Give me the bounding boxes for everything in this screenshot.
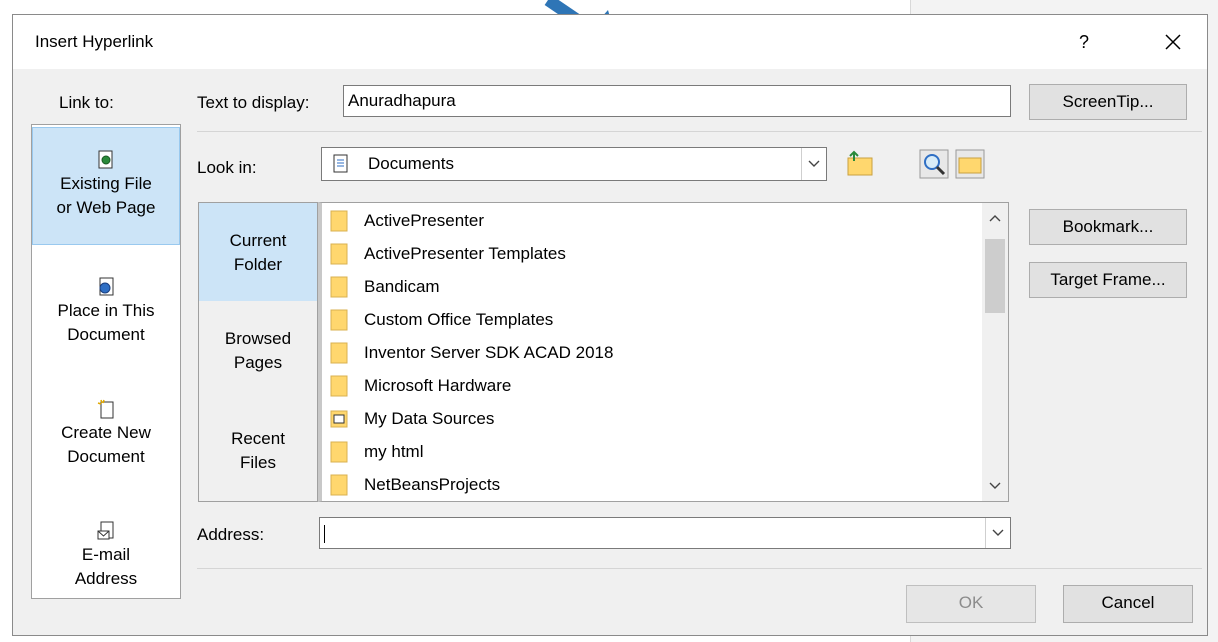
- existing-file-icon: [98, 150, 113, 169]
- list-item[interactable]: Microsoft Hardware: [330, 369, 511, 402]
- list-item[interactable]: NetBeansProjects: [330, 468, 500, 501]
- create-new-document-icon: [97, 399, 114, 419]
- address-label: Address:: [197, 525, 265, 544]
- link-to-existing-file-line1: Existing File: [60, 174, 152, 193]
- dialog-title: Insert Hyperlink: [35, 32, 154, 51]
- browse-file-button[interactable]: [953, 146, 987, 182]
- link-to-place-line1: Place in This: [57, 301, 155, 320]
- scroll-down-button[interactable]: [982, 473, 1008, 499]
- list-item[interactable]: My Data Sources: [330, 402, 494, 435]
- browse-web-button[interactable]: [917, 146, 951, 182]
- link-to-label: Link to:: [59, 93, 114, 112]
- bookmark-button[interactable]: Bookmark...: [1029, 209, 1187, 245]
- link-to-place-in-document[interactable]: Place in This Document: [32, 265, 180, 387]
- nav-browsed-pages-line1: Browsed: [224, 329, 292, 348]
- browse-web-icon: [919, 149, 949, 179]
- file-name: Inventor Server SDK ACAD 2018: [364, 342, 614, 362]
- chevron-down-icon: [808, 160, 820, 167]
- link-to-panel: Existing File or Web Page Place in This …: [31, 124, 181, 599]
- text-cursor: [324, 524, 325, 543]
- nav-browsed-pages[interactable]: Browsed Pages: [199, 301, 317, 399]
- nav-current-folder-line2: Folder: [233, 255, 283, 274]
- cancel-button[interactable]: Cancel: [1063, 585, 1193, 623]
- close-button[interactable]: [1153, 23, 1193, 61]
- link-to-place-line2: Document: [67, 325, 145, 344]
- nav-recent-files-line2: Files: [240, 453, 276, 472]
- open-folder-icon: [955, 149, 985, 179]
- nav-recent-files-line1: Recent: [231, 429, 285, 448]
- nav-browsed-pages-line2: Pages: [233, 353, 283, 372]
- list-item[interactable]: Bandicam: [330, 270, 440, 303]
- file-list-scrollbar[interactable]: [982, 203, 1008, 501]
- list-item[interactable]: Custom Office Templates: [330, 303, 553, 336]
- list-item[interactable]: ActivePresenter Templates: [330, 237, 566, 270]
- folder-icon: [330, 342, 348, 363]
- folder-icon: [330, 441, 348, 462]
- chevron-down-icon: [989, 482, 1001, 489]
- place-in-document-icon: [99, 277, 114, 296]
- ok-button[interactable]: OK: [906, 585, 1036, 623]
- look-in-dropdown[interactable]: Documents: [321, 147, 827, 181]
- folder-icon: [330, 474, 348, 495]
- link-to-create-new-document[interactable]: Create New Document: [32, 387, 180, 509]
- folder-icon: [330, 210, 348, 231]
- separator-top: [197, 131, 1202, 132]
- link-to-create-line1: Create New: [61, 423, 151, 442]
- chevron-down-icon: [992, 529, 1004, 536]
- screentip-button[interactable]: ScreenTip...: [1029, 84, 1187, 120]
- insert-hyperlink-dialog: Insert Hyperlink ? Link to: Existing Fil…: [12, 14, 1208, 636]
- separator-bottom: [197, 568, 1202, 569]
- title-bar: Insert Hyperlink ?: [13, 15, 1207, 69]
- list-item[interactable]: ActivePresenter: [330, 204, 484, 237]
- address-input[interactable]: [319, 517, 1011, 549]
- file-name: NetBeansProjects: [364, 474, 501, 494]
- folder-icon: [330, 375, 348, 396]
- help-button[interactable]: ?: [1069, 23, 1099, 61]
- file-name: ActivePresenter Templates: [364, 243, 566, 263]
- look-in-value: Documents: [368, 154, 454, 173]
- look-in-label: Look in:: [197, 158, 257, 177]
- nav-current-folder[interactable]: Current Folder: [199, 203, 317, 301]
- file-name: my html: [364, 441, 424, 461]
- look-in-dropdown-arrow[interactable]: [801, 148, 826, 180]
- target-frame-button[interactable]: Target Frame...: [1029, 262, 1187, 298]
- file-name: Custom Office Templates: [364, 309, 554, 329]
- link-to-email-line2: Address: [74, 569, 138, 588]
- link-to-email-address[interactable]: E-mail Address: [32, 509, 180, 611]
- folder-icon: [330, 243, 348, 264]
- address-dropdown-arrow[interactable]: [985, 518, 1010, 548]
- link-to-create-line2: Document: [67, 447, 145, 466]
- file-name: My Data Sources: [364, 408, 495, 428]
- file-name: Microsoft Hardware: [364, 375, 512, 395]
- email-address-icon: [97, 521, 114, 540]
- link-to-existing-file-line2: or Web Page: [56, 198, 156, 217]
- file-name: Bandicam: [364, 276, 440, 296]
- file-name: ActivePresenter: [364, 210, 484, 230]
- nav-recent-files[interactable]: Recent Files: [199, 399, 317, 497]
- text-to-display-label: Text to display:: [197, 93, 310, 112]
- link-to-email-line1: E-mail: [81, 545, 131, 564]
- browse-nav-panel: Current Folder Browsed Pages Recent File…: [198, 202, 318, 502]
- scroll-up-button[interactable]: [982, 205, 1008, 231]
- link-to-existing-file[interactable]: Existing File or Web Page: [32, 127, 180, 245]
- folder-icon: [330, 309, 348, 330]
- list-item[interactable]: Inventor Server SDK ACAD 2018: [330, 336, 613, 369]
- list-item[interactable]: my html: [330, 435, 424, 468]
- folder-icon: [330, 276, 348, 297]
- file-list[interactable]: ActivePresenter ActivePresenter Template…: [318, 202, 1009, 502]
- scroll-thumb[interactable]: [985, 239, 1005, 313]
- up-folder-icon: [847, 150, 873, 176]
- text-to-display-input[interactable]: Anuradhapura: [343, 85, 1011, 117]
- chevron-up-icon: [989, 215, 1001, 222]
- up-one-folder-button[interactable]: [843, 146, 877, 182]
- data-source-folder-icon: [330, 410, 348, 427]
- nav-current-folder-line1: Current: [229, 231, 287, 250]
- close-icon: [1165, 34, 1181, 50]
- documents-icon: [333, 154, 348, 173]
